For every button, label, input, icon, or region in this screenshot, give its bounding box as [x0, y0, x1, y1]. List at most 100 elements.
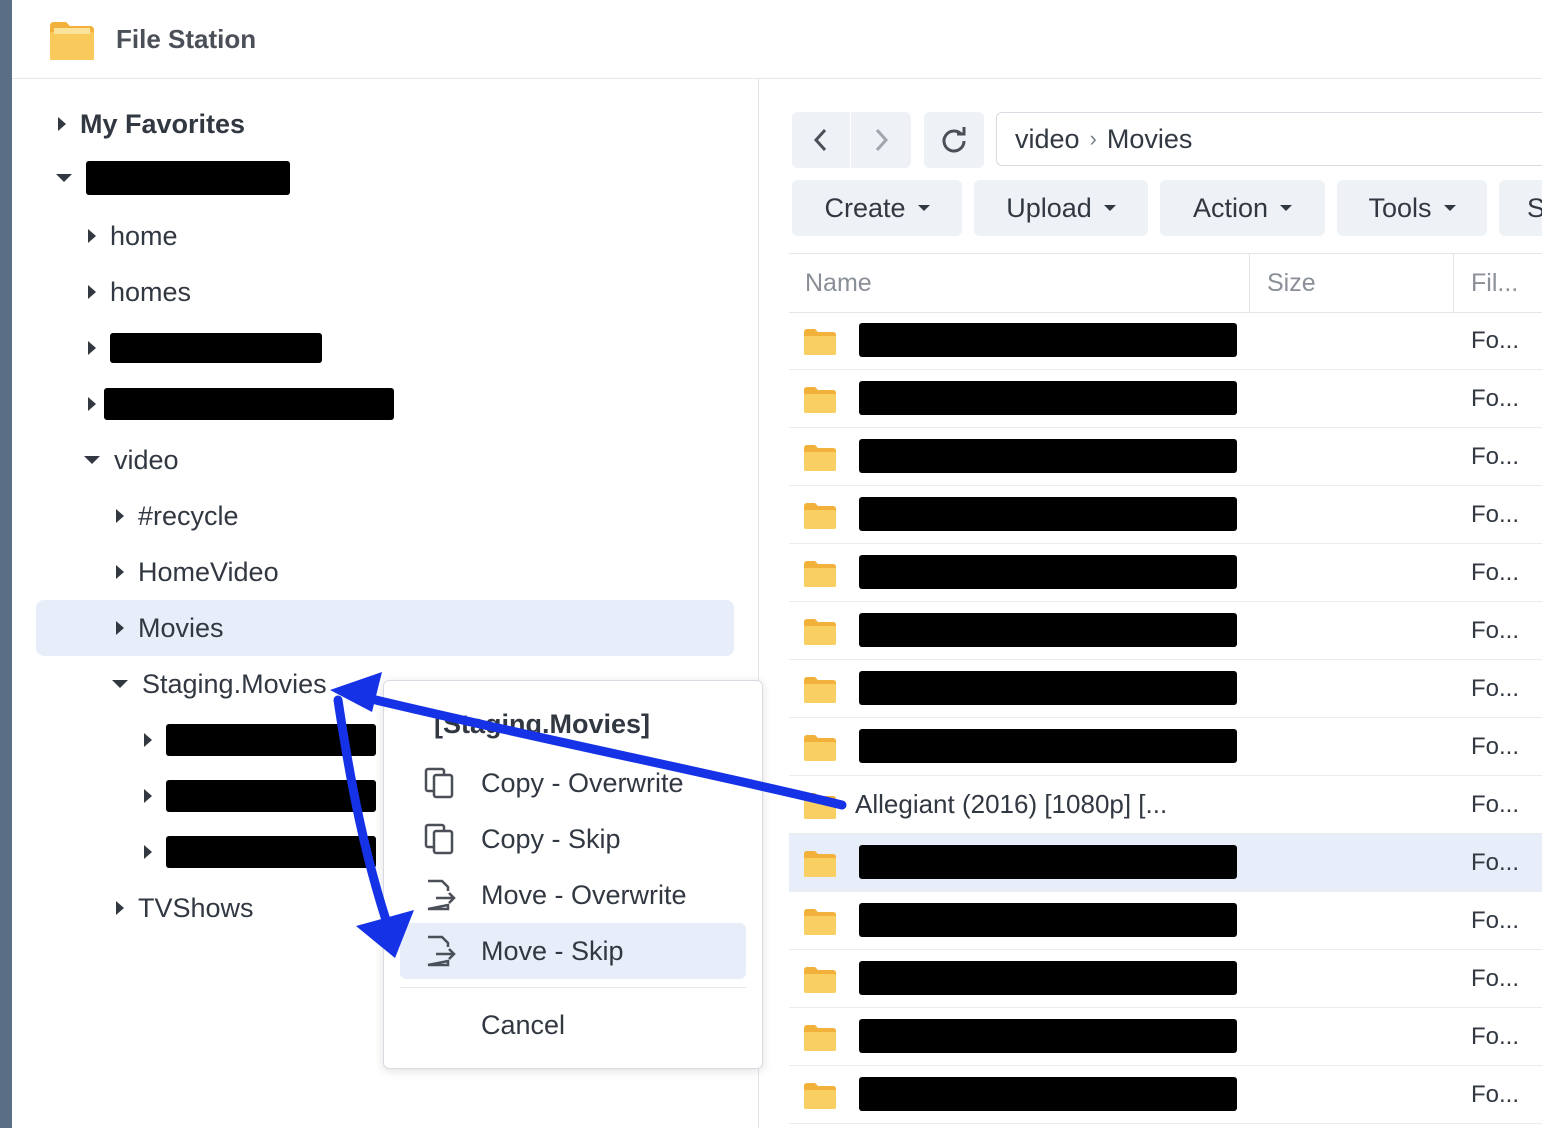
- table-row[interactable]: Fo...: [789, 950, 1542, 1008]
- expand-arrow-icon[interactable]: [88, 229, 96, 243]
- redacted-file-name: [859, 845, 1237, 879]
- table-row[interactable]: Fo...: [789, 544, 1542, 602]
- tools-button[interactable]: Tools: [1337, 180, 1487, 236]
- menu-item-cancel[interactable]: Cancel: [400, 997, 746, 1053]
- menu-item-label: Copy - Overwrite: [481, 767, 684, 798]
- settings-label: S: [1527, 192, 1542, 223]
- tree-item-movies[interactable]: Movies: [116, 600, 224, 656]
- tree-label: My Favorites: [80, 108, 246, 139]
- tree-item-my-favorites[interactable]: My Favorites: [58, 96, 245, 152]
- table-row[interactable]: Fo...: [789, 370, 1542, 428]
- table-row[interactable]: Fo...: [789, 718, 1542, 776]
- tree-label: TVShows: [138, 892, 254, 923]
- tree-item-recycle[interactable]: #recycle: [116, 488, 239, 544]
- table-row[interactable]: Fo...: [789, 660, 1542, 718]
- expand-arrow-icon[interactable]: [144, 789, 152, 803]
- tree-label: homes: [110, 276, 192, 307]
- table-row[interactable]: Fo...: [789, 428, 1542, 486]
- folder-icon: [804, 503, 836, 529]
- collapse-arrow-icon[interactable]: [84, 456, 100, 464]
- table-row[interactable]: Fo...: [789, 312, 1542, 370]
- folder-icon: [804, 967, 836, 993]
- expand-arrow-icon[interactable]: [116, 621, 124, 635]
- tree-label: home: [110, 220, 178, 251]
- file-type: Fo...: [1471, 384, 1520, 412]
- file-type: Fo...: [1471, 442, 1520, 470]
- expand-arrow-icon[interactable]: [116, 565, 124, 579]
- redacted-file-name: [859, 903, 1237, 937]
- breadcrumb-current[interactable]: Movies: [1107, 124, 1193, 155]
- refresh-icon: [942, 127, 966, 153]
- tree-label: Movies: [138, 612, 224, 643]
- file-type: Fo...: [1471, 964, 1520, 992]
- file-type: Fo...: [1471, 848, 1520, 876]
- menu-item-copy-skip[interactable]: Copy - Skip: [400, 811, 746, 867]
- table-row[interactable]: Fo...: [789, 1066, 1542, 1124]
- table-row[interactable]: Allegiant (2016) [1080p] [... Fo...: [789, 776, 1542, 834]
- expand-arrow-icon[interactable]: [88, 285, 96, 299]
- menu-item-move-overwrite[interactable]: Move - Overwrite: [400, 867, 746, 923]
- file-list-pane: video › Movies Create Upload Action Tool…: [759, 79, 1542, 1128]
- tree-item-tvshows[interactable]: TVShows: [116, 880, 254, 936]
- chevron-right-icon: [875, 128, 889, 152]
- back-button[interactable]: [792, 112, 850, 168]
- menu-item-copy-overwrite[interactable]: Copy - Overwrite: [400, 755, 746, 811]
- tree-item-homevideo[interactable]: HomeVideo: [116, 544, 279, 600]
- redacted-label: [166, 836, 376, 868]
- redacted-label: [86, 161, 290, 195]
- tree-item-redacted-1[interactable]: [88, 320, 322, 376]
- tools-label: Tools: [1368, 192, 1432, 223]
- expand-arrow-icon[interactable]: [144, 845, 152, 859]
- upload-button[interactable]: Upload: [974, 180, 1148, 236]
- column-header-type[interactable]: Fil...: [1471, 254, 1518, 312]
- path-breadcrumb[interactable]: video › Movies: [996, 112, 1542, 166]
- tree-item-staging-child-3[interactable]: [144, 824, 376, 880]
- menu-item-move-skip[interactable]: Move - Skip: [400, 923, 746, 979]
- copy-icon: [424, 767, 454, 799]
- tree-item-homes[interactable]: homes: [88, 264, 191, 320]
- table-row[interactable]: Fo...: [789, 892, 1542, 950]
- collapse-arrow-icon[interactable]: [56, 174, 72, 182]
- file-type: Fo...: [1471, 790, 1520, 818]
- redacted-label: [110, 333, 322, 363]
- tree-item-staging-child-2[interactable]: [144, 768, 376, 824]
- tree-item-nas[interactable]: [56, 150, 290, 206]
- table-row[interactable]: Fo...: [789, 486, 1542, 544]
- create-button[interactable]: Create: [792, 180, 962, 236]
- collapse-arrow-icon[interactable]: [112, 680, 128, 688]
- action-label: Action: [1192, 192, 1269, 223]
- table-row[interactable]: Fo...: [789, 1008, 1542, 1066]
- action-button[interactable]: Action: [1160, 180, 1325, 236]
- refresh-button[interactable]: [924, 112, 984, 168]
- tree-item-staging-movies[interactable]: Staging.Movies: [112, 656, 327, 712]
- breadcrumb-separator-icon: ›: [1089, 126, 1097, 151]
- breadcrumb-root[interactable]: video: [1015, 124, 1080, 155]
- tree-item-redacted-2[interactable]: [88, 376, 394, 432]
- expand-arrow-icon[interactable]: [58, 117, 66, 131]
- tree-item-video[interactable]: video: [84, 432, 179, 488]
- expand-arrow-icon[interactable]: [116, 509, 124, 523]
- redacted-file-name: [859, 381, 1237, 415]
- forward-button[interactable]: [851, 112, 911, 168]
- settings-button[interactable]: S: [1499, 180, 1542, 236]
- expand-arrow-icon[interactable]: [144, 733, 152, 747]
- column-header-size[interactable]: Size: [1267, 254, 1316, 312]
- redacted-file-name: [859, 497, 1237, 531]
- table-row[interactable]: Fo...: [789, 834, 1542, 892]
- column-header-name[interactable]: Name: [805, 254, 872, 312]
- tree-item-staging-child-1[interactable]: [144, 712, 376, 768]
- redacted-file-name: [859, 1077, 1237, 1111]
- tree-label: Staging.Movies: [142, 668, 327, 699]
- column-divider[interactable]: [1453, 254, 1454, 312]
- folder-icon: [804, 677, 836, 703]
- redacted-file-name: [859, 671, 1237, 705]
- column-divider[interactable]: [1249, 254, 1250, 312]
- file-type: Fo...: [1471, 500, 1520, 528]
- table-row[interactable]: Fo...: [789, 602, 1542, 660]
- file-type: Fo...: [1471, 616, 1520, 644]
- file-type: Fo...: [1471, 326, 1520, 354]
- tree-item-home[interactable]: home: [88, 208, 178, 264]
- expand-arrow-icon[interactable]: [88, 341, 96, 355]
- expand-arrow-icon[interactable]: [88, 397, 96, 411]
- expand-arrow-icon[interactable]: [116, 901, 124, 915]
